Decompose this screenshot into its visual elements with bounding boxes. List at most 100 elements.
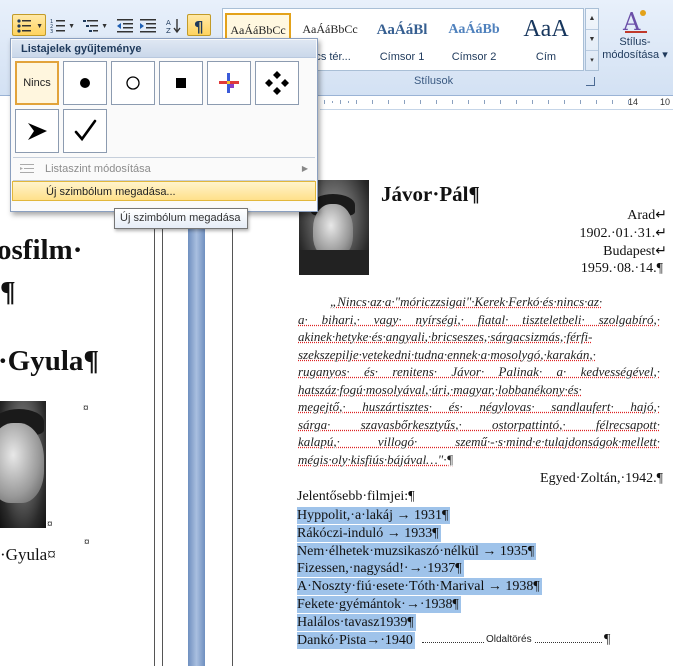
styles-group-label: Stílusok xyxy=(414,75,454,87)
change-styles-icon: A xyxy=(622,8,647,36)
bullet-none-label: Nincs xyxy=(23,77,51,89)
sort-button[interactable]: A Z xyxy=(162,14,184,36)
ruler-number: 10 xyxy=(660,97,671,107)
change-styles-label: Stílus- xyxy=(619,36,651,48)
quote-line: hatszáz·fogú·mosolyával,·úri,·magyar,·lo… xyxy=(298,382,582,397)
bullet-hollow-circle-option[interactable] xyxy=(111,61,155,105)
change-list-level-menu-item[interactable]: Listaszint módosítása ▶ xyxy=(12,159,316,179)
multilevel-list-icon xyxy=(83,20,98,32)
left-caption: ·Gyula¤ xyxy=(0,545,56,564)
bullet-arrowhead-option[interactable] xyxy=(15,109,59,153)
bullet-none-option[interactable]: Nincs xyxy=(15,61,59,105)
menu-separator xyxy=(13,157,315,158)
table-cell-mark: ¤ xyxy=(83,403,89,414)
films-heading: Jelentősebb·filmjei:¶ xyxy=(297,489,415,504)
left-heading-line-2: i¶ xyxy=(0,276,16,308)
style-name: Címsor 1 xyxy=(379,51,425,63)
svg-text:A: A xyxy=(166,19,171,27)
increase-indent-icon xyxy=(140,19,156,33)
death-date: 1959.·08.·14.¶ xyxy=(580,261,663,276)
style-title[interactable]: AaA Cím xyxy=(513,13,579,67)
quote-line: „Nincs·az·a·"móriczzsigai"·Kerek·Ferkó·é… xyxy=(330,294,603,309)
bullet-filled-circle-option[interactable] xyxy=(63,61,107,105)
scroll-up-icon[interactable]: ▲ xyxy=(586,9,598,30)
ruler-number: 14 xyxy=(628,97,639,107)
bullets-button[interactable]: ▼ xyxy=(12,14,46,36)
film-list-item: Halálos·tavasz1939¶ xyxy=(297,614,416,631)
decrease-indent-icon xyxy=(117,19,133,33)
tooltip: Új szimbólum megadása xyxy=(114,208,248,229)
more-styles-icon[interactable]: ▾ xyxy=(586,51,598,72)
list-level-icon xyxy=(20,164,34,173)
svg-text:Z: Z xyxy=(166,27,171,34)
birth-date: 1902.·01.·31.↵ xyxy=(579,226,667,241)
bullet-checkmark-option[interactable] xyxy=(63,109,107,153)
hollow-circle-icon xyxy=(112,62,154,104)
film-list-item: Fizessen,·nagysád!·→·1937¶ xyxy=(297,560,464,577)
numbering-button[interactable]: 1 2 3 ▼ xyxy=(46,14,78,36)
bullet-library-header: Listajelek gyűjteménye xyxy=(12,40,316,58)
chevron-down-icon: ▾ xyxy=(662,49,668,61)
film-list-item: Rákóczi-induló → 1933¶ xyxy=(297,525,441,542)
quote-author: Egyed·Zoltán,·1942.¶ xyxy=(540,471,663,486)
color-cross-icon xyxy=(208,62,250,104)
style-heading-1[interactable]: AaÁáBl Címsor 1 xyxy=(369,13,435,67)
birth-place: Arad↵ xyxy=(627,208,667,223)
change-list-level-label: Listaszint módosítása xyxy=(45,163,151,175)
style-sample: AaÁáBbCc xyxy=(230,23,286,37)
table-cell-mark: ¤ xyxy=(84,537,90,548)
sort-icon: A Z xyxy=(166,19,181,34)
svg-text:¶: ¶ xyxy=(194,18,204,34)
left-heading-line-1: osfilm· xyxy=(0,234,83,266)
film-list-item: Fekete·gyémántok·→·1938¶ xyxy=(297,596,461,613)
quote-line: sárga· szavasbőrkesztyűs,· ostorpattintó… xyxy=(298,417,660,432)
bullet-library-dropdown: Listajelek gyűjteménye Nincs Listaszint … xyxy=(10,38,318,212)
multilevel-list-button[interactable]: ▼ xyxy=(79,14,111,36)
bullets-icon xyxy=(17,19,31,33)
styles-gallery-scroll[interactable]: ▲ ▼ ▾ xyxy=(585,8,599,71)
table-cell-mark: ¤ xyxy=(47,519,53,530)
change-styles-button[interactable]: A Stílus- módosítása ▾ xyxy=(602,6,668,76)
left-subheading: ·Gyula¶ xyxy=(0,345,100,377)
film-list-item: Hyppolit,·a·lakáj → 1931¶ xyxy=(297,507,451,524)
person-name-heading: Jávor·Pál¶ xyxy=(381,182,480,206)
scroll-down-icon[interactable]: ▼ xyxy=(586,30,598,51)
chevron-down-icon: ▼ xyxy=(68,23,75,30)
decrease-indent-button[interactable] xyxy=(113,14,135,36)
bullet-filled-square-option[interactable] xyxy=(159,61,203,105)
styles-dialog-launcher-icon[interactable] xyxy=(586,77,595,86)
bullet-four-diamonds-option[interactable] xyxy=(255,61,299,105)
show-formatting-marks-button[interactable]: ¶ xyxy=(187,14,211,36)
filled-circle-icon xyxy=(64,62,106,104)
film-list-item: Nem·élhetek·muzsikaszó·nélkül → 1935¶ xyxy=(297,543,537,560)
filled-square-icon xyxy=(160,62,202,104)
chevron-down-icon: ▼ xyxy=(36,23,43,30)
pilcrow-icon: ¶ xyxy=(194,18,204,34)
bullet-color-cross-option[interactable] xyxy=(207,61,251,105)
quote-line: kalapú,· villogó· szemű·-·s·mind·e·tulaj… xyxy=(298,434,660,449)
chevron-down-icon: ▼ xyxy=(101,23,108,30)
style-name: Címsor 2 xyxy=(451,51,497,63)
quote-line: szekszepilje·vetekedni·tudna·ennek·a·mos… xyxy=(298,347,596,362)
define-new-bullet-menu-item[interactable]: Új szimbólum megadása... xyxy=(12,181,316,201)
change-styles-label-2: módosítása ▾ xyxy=(602,49,668,62)
portrait-photo-left[interactable] xyxy=(0,401,46,528)
style-sample: AaÁáBbCc xyxy=(302,22,358,36)
page-break-label: Oldaltörés xyxy=(484,634,534,645)
numbering-icon: 1 2 3 xyxy=(50,19,65,34)
quote-line: mégis·oly·kisfiús·bájával…"·¶ xyxy=(298,452,454,467)
increase-indent-button[interactable] xyxy=(136,14,158,36)
horizontal-ruler[interactable]: 14 10 xyxy=(320,96,673,110)
style-name: Cím xyxy=(535,51,557,63)
change-styles-label-text: módosítása xyxy=(602,49,660,61)
style-heading-2[interactable]: AaÁáBb Címsor 2 xyxy=(441,13,507,67)
define-new-bullet-label: Új szimbólum megadása... xyxy=(46,186,176,198)
four-diamonds-icon xyxy=(256,62,298,104)
quote-line: akinek·hetyke·és·angyali,·bricseszes,·sá… xyxy=(298,329,593,344)
checkmark-icon xyxy=(64,110,106,152)
quote-line: ruganyos· és· renitens· Jávor· Palinak· … xyxy=(298,364,660,379)
style-sample: AaÁáBb xyxy=(448,22,500,37)
page-break-mark: ¶ xyxy=(604,632,611,647)
quote-line: a· bihari,· vagy· nyírségi,· fiatal· tis… xyxy=(298,312,660,327)
style-sample: AaÁáBl xyxy=(376,22,428,38)
